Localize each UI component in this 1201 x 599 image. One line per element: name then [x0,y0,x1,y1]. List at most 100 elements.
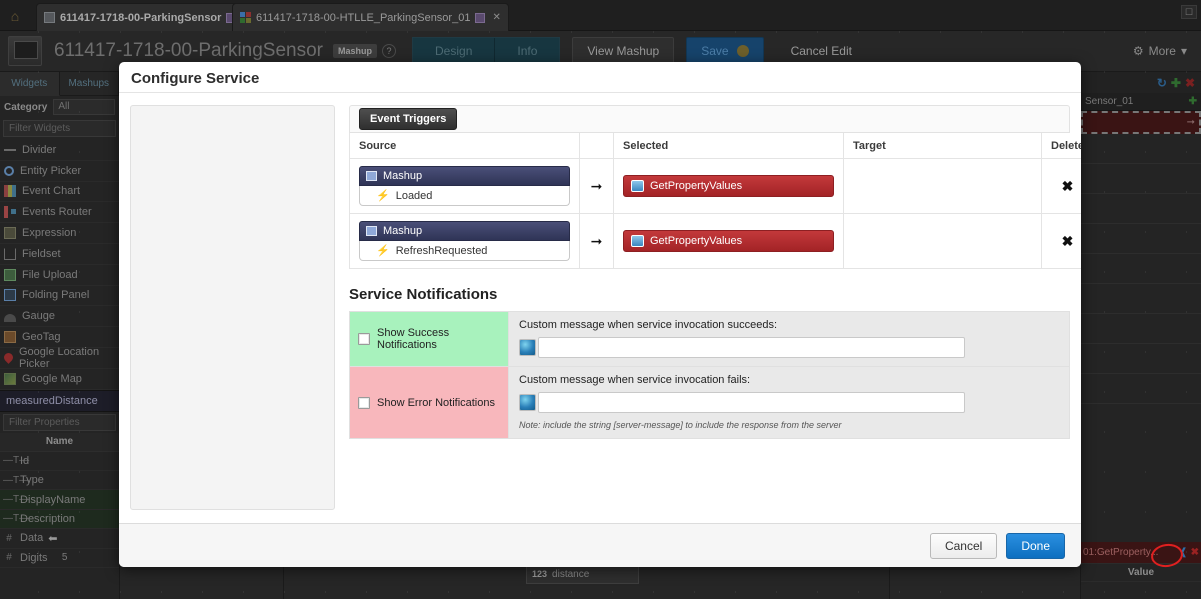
list-item[interactable] [1081,374,1201,404]
source-entity[interactable]: Mashup [359,221,570,241]
done-button[interactable]: Done [1006,532,1065,559]
configure-service-dialog: Configure Service Event Triggers Source … [119,62,1081,567]
show-error-notifications-toggle[interactable]: Show Error Notifications [358,396,500,409]
error-message-cell: Custom message when service invocation f… [508,366,1070,439]
list-item[interactable] [1081,314,1201,344]
widget-item-gauge[interactable]: Gauge [0,306,119,328]
mode-segmented-control[interactable]: Design Info [412,37,561,65]
source-block[interactable]: Mashup ⚡ RefreshRequested [359,221,570,261]
service-notifications-table: Show Success Notifications Custom messag… [349,311,1070,439]
sidebar-tab-mashups[interactable]: Mashups [59,72,119,96]
widget-item-google-map[interactable]: Google Map [0,369,119,390]
canvas-widget-distance[interactable]: 123 distance [526,564,639,584]
close-icon[interactable]: ✕ [492,12,500,23]
cancel-edit-button[interactable]: Cancel Edit [776,37,867,65]
widget-item-folding-panel[interactable]: Folding Panel [0,286,119,307]
page-title: 611417-1718-00-ParkingSensor [54,40,323,61]
service-binding-footer: 01:GetProperty... ❰ ✖ [1081,542,1201,563]
refresh-icon[interactable]: ↻ [1157,76,1167,90]
selected-service-chip[interactable]: GetPropertyValues [623,175,834,197]
source-entity[interactable]: Mashup [359,166,570,186]
success-message-label: Custom message when service invocation s… [519,319,778,331]
list-item[interactable] [1081,254,1201,284]
widget-item-events-router[interactable]: Events Router [0,202,119,224]
list-item[interactable] [1081,164,1201,194]
checkbox-icon[interactable] [358,396,370,409]
geotag-icon [4,331,16,344]
list-item[interactable] [1081,194,1201,224]
list-item[interactable] [1081,134,1201,164]
property-row-digits[interactable]: # Digits 5 [0,549,119,568]
table-row: Mashup ⚡ Loaded ➞ GetPropertyValues ✖ [349,158,1081,214]
more-menu-button[interactable]: ⚙ More ▾ [1133,44,1187,58]
service-icon [631,235,644,247]
browser-tab-0[interactable]: 611417-1718-00-ParkingSensor ✕ [36,3,260,31]
show-success-notifications-toggle[interactable]: Show Success Notifications [358,327,500,351]
arrow-right-icon: ➞ [1186,117,1195,128]
value-column-header: Value [1081,563,1201,582]
add-icon[interactable]: ✚ [1189,96,1197,107]
source-event[interactable]: ⚡ Loaded [359,186,570,206]
home-icon[interactable]: ⌂ [6,7,24,25]
close-icon[interactable]: ✖ [1185,76,1195,90]
delete-row-button[interactable]: ✖ [1051,178,1081,195]
service-parameters-pane[interactable] [130,105,335,510]
property-row-id[interactable]: ―T― Id [0,452,119,471]
widget-item-google-location-picker[interactable]: Google Location Picker [0,346,119,370]
source-block[interactable]: Mashup ⚡ Loaded [359,166,570,206]
widget-item-entity-picker[interactable]: Entity Picker [0,161,119,182]
success-message-input[interactable] [538,337,965,358]
tab-design[interactable]: Design [413,38,496,64]
selected-service-label: GetPropertyValues [650,235,743,247]
browser-tab-1[interactable]: 611417-1718-00-HTLLE_ParkingSensor_01 ✕ [232,3,509,31]
selected-service-row[interactable]: ➞ [1081,111,1201,134]
number-type-icon: # [6,532,12,544]
arrow-cell: ➞ [579,158,614,214]
save-button[interactable]: Save [686,37,764,65]
selected-service-chip[interactable]: GetPropertyValues [623,230,834,252]
add-icon[interactable]: ✚ [1171,76,1181,90]
filter-properties-input[interactable]: Filter Properties [3,413,116,431]
sidebar-tab-widgets[interactable]: Widgets [0,72,60,96]
error-message-input[interactable] [538,392,965,413]
close-icon[interactable]: ✖ [1191,547,1199,558]
restore-icon[interactable]: ☐ [1181,5,1197,19]
filter-widgets-input[interactable]: Filter Widgets [3,120,116,137]
property-value[interactable]: 5 [62,552,68,563]
widget-item-fieldset[interactable]: Fieldset [0,244,119,265]
success-message-cell: Custom message when service invocation s… [508,311,1070,367]
globe-icon[interactable] [519,394,536,411]
number-type-icon: # [6,552,12,564]
error-checkbox-label: Show Error Notifications [377,396,495,409]
checkbox-icon[interactable] [358,333,370,345]
list-item[interactable] [1081,224,1201,254]
help-icon[interactable]: ? [382,44,397,58]
widget-item-geotag[interactable]: GeoTag [0,327,119,348]
category-select[interactable]: All [53,99,115,115]
delete-row-button[interactable]: ✖ [1051,233,1081,250]
globe-icon[interactable] [519,339,536,356]
browser-tab-label: 611417-1718-00-HTLLE_ParkingSensor_01 [256,11,471,24]
router-icon [4,206,16,219]
property-label: Data [20,532,44,545]
widget-label: Events Router [22,206,92,219]
view-mashup-button[interactable]: View Mashup [572,37,675,65]
property-row-description[interactable]: ―T― Description [0,509,119,530]
target-cell[interactable] [843,213,1042,269]
list-item[interactable] [1081,344,1201,374]
property-row-displayname[interactable]: ―T― DisplayName [0,490,119,510]
property-row-data[interactable]: # Data ⬅ [0,529,119,549]
widget-item-file-upload[interactable]: File Upload [0,265,119,286]
property-row-type[interactable]: ―T― Type [0,471,119,491]
tab-event-triggers[interactable]: Event Triggers [359,108,458,130]
widget-item-divider[interactable]: Divider [0,140,119,161]
widget-item-expression[interactable]: Expression [0,223,119,244]
target-cell[interactable] [843,158,1042,214]
tab-info[interactable]: Info [495,38,560,64]
widget-label: Divider [22,143,57,156]
browser-tabstrip: ⌂ 611417-1718-00-ParkingSensor ✕ 611417-… [0,0,1201,31]
source-event[interactable]: ⚡ RefreshRequested [359,241,570,261]
cancel-button[interactable]: Cancel [929,532,998,559]
list-item[interactable] [1081,284,1201,314]
widget-item-event-chart[interactable]: Event Chart [0,182,119,203]
